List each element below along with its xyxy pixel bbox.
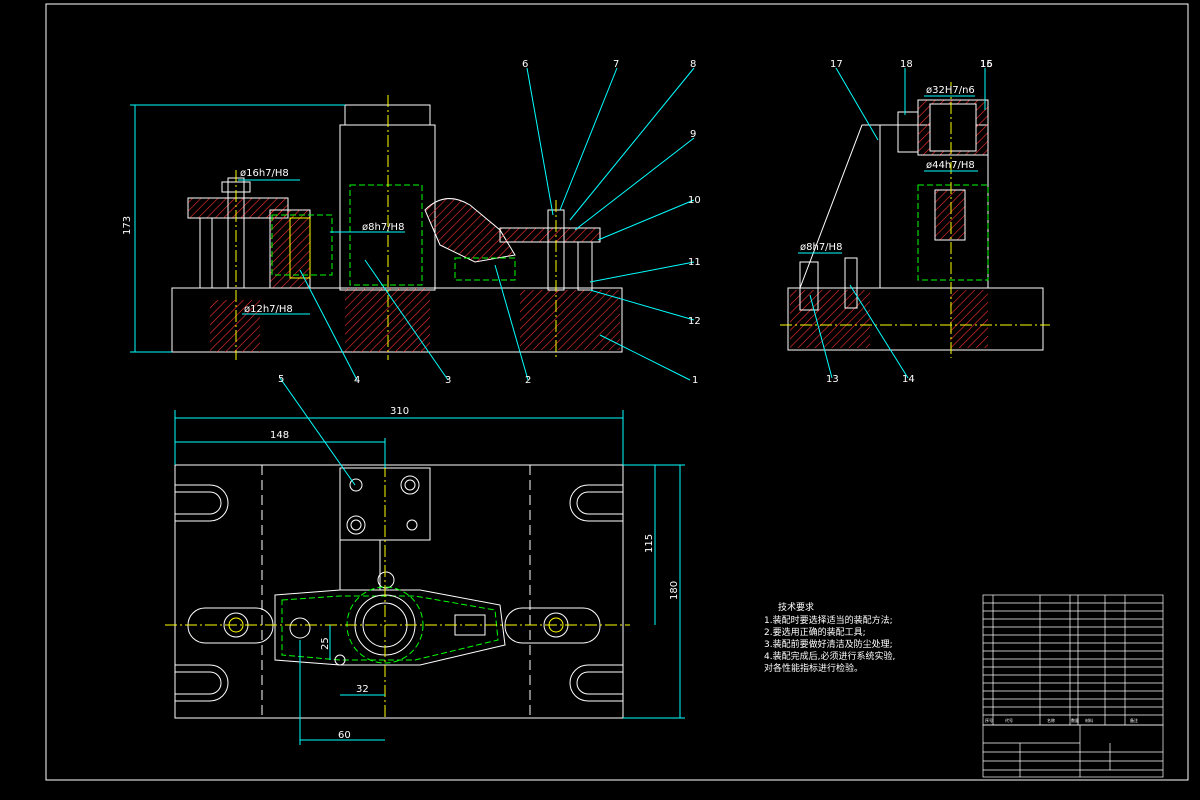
u-slot-top-left — [175, 484, 229, 522]
plan-view: 310 148 180 115 32 60 25 — [165, 406, 685, 745]
base-hatch-right — [520, 290, 620, 350]
balloon-4: 4 — [354, 375, 360, 386]
sheet-border — [45, 3, 1189, 781]
locator-hole-4 — [406, 519, 418, 531]
front-view: 173 ø16h7/H8 ø8h7/H8 ø12h7/H8 — [122, 95, 623, 360]
tb-col-qty: 数量 — [1071, 717, 1079, 723]
tb-col-code: 代号 — [1005, 717, 1013, 723]
balloon-8: 8 — [690, 59, 696, 70]
balloon-10: 10 — [688, 195, 701, 206]
dim-310: 310 — [390, 406, 409, 417]
u-slot-bot-right-inner — [576, 671, 623, 695]
side-base-hatch-right — [950, 290, 988, 348]
tb-col-remark: 备注 — [1130, 717, 1138, 723]
locator-hole-2 — [400, 475, 420, 495]
balloon-12: 12 — [688, 316, 701, 327]
fit-side-pin-8: ø8h7/H8 — [800, 242, 842, 253]
notes-line-1: 1.装配时要选择适当的装配方法; — [764, 614, 893, 626]
tb-col-name: 名称 — [1047, 717, 1055, 723]
balloon-7: 7 — [613, 59, 619, 70]
right-support — [577, 241, 593, 291]
u-slot-bot-left — [175, 664, 229, 702]
side-rib — [799, 124, 881, 289]
cad-drawing-canvas: 173 ø16h7/H8 ø8h7/H8 ø12h7/H8 ø32H7/n6 ø… — [45, 3, 1189, 781]
balloon-2: 2 — [525, 375, 531, 386]
left-support — [199, 217, 213, 289]
right-clamp-plate — [499, 227, 601, 243]
side-view: ø32H7/n6 ø44h7/H8 ø8h7/H8 — [780, 82, 1050, 358]
fit-mid-44: ø44h7/H8 — [926, 160, 975, 171]
technical-notes: 技术要求 1.装配时要选择适当的装配方法; 2.要选用正确的装配工具; 3.装配… — [764, 601, 895, 674]
balloon-13: 13 — [826, 374, 839, 385]
balloon-17: 17 — [830, 59, 843, 70]
plan-workpiece-green — [281, 595, 499, 661]
side-pin-block — [934, 189, 966, 241]
dim-25: 25 — [320, 637, 331, 650]
tb-col-material: 材料 — [1085, 717, 1093, 723]
dim-115: 115 — [644, 534, 655, 553]
bushing-green — [349, 184, 423, 286]
balloon-5: 5 — [278, 374, 284, 385]
u-slot-top-right — [569, 484, 623, 522]
title-block-header: 序号 代号 名称 数量 材料 备注 — [985, 717, 1138, 723]
balloon-16: 16 — [980, 59, 993, 70]
notes-line-3: 3.装配前要做好清洁及防尘处理; — [764, 638, 893, 650]
fit-bush-12: ø12h7/H8 — [244, 304, 293, 315]
balloon-leaders — [279, 67, 986, 486]
dim-180: 180 — [669, 581, 680, 600]
locator-hole-3i — [350, 519, 362, 531]
balloon-14: 14 — [902, 374, 915, 385]
dim-148: 148 — [270, 430, 289, 441]
side-bush-inner — [929, 103, 977, 152]
u-slot-top-right-inner — [576, 491, 623, 515]
balloon-1: 1 — [692, 375, 698, 386]
side-screw-18 — [897, 111, 919, 153]
plan-pin-left — [289, 617, 311, 639]
notes-line-2: 2.要选用正确的装配工具; — [764, 626, 866, 638]
notes-title: 技术要求 — [778, 601, 814, 613]
plan-base — [174, 464, 624, 719]
balloon-3: 3 — [445, 375, 451, 386]
fit-bore-16: ø16h7/H8 — [240, 168, 289, 179]
balloon-9: 9 — [690, 129, 696, 140]
u-slot-bot-right — [569, 664, 623, 702]
dim-60: 60 — [338, 730, 351, 741]
balloon-11: 11 — [688, 257, 701, 268]
balloon-6: 6 — [522, 59, 528, 70]
notes-line-5: 对各性能指标进行检验。 — [764, 662, 863, 674]
plan-locator-stem — [339, 539, 381, 591]
fit-top-32: ø32H7/n6 — [926, 85, 975, 96]
notes-line-4: 4.装配完成后,必须进行系统实验, — [764, 650, 895, 662]
dim-height-173: 173 — [122, 216, 133, 235]
tb-col-no: 序号 — [985, 717, 993, 723]
balloon-18: 18 — [900, 59, 913, 70]
workpiece-inner — [454, 257, 516, 281]
dim-32: 32 — [356, 684, 369, 695]
locator-hole-2i — [404, 479, 416, 491]
fit-pin-8: ø8h7/H8 — [362, 222, 404, 233]
locator-hole-3 — [346, 515, 366, 535]
u-slot-top-left-inner — [175, 491, 222, 515]
u-slot-bot-left-inner — [175, 671, 222, 695]
title-block — [982, 594, 1164, 778]
